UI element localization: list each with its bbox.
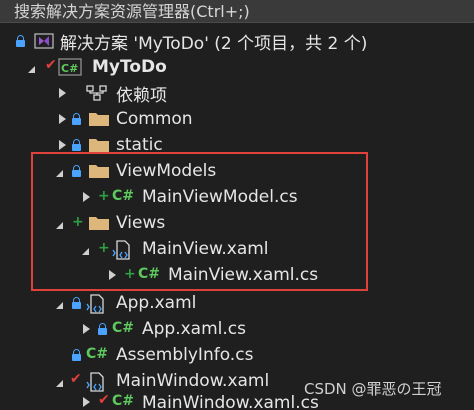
lock-icon: [72, 297, 81, 309]
watermark: CSDN @罪恶の王冠: [304, 380, 442, 398]
project-label: MyToDo: [92, 57, 167, 77]
expand-arrow-icon[interactable]: [26, 54, 40, 80]
highlight-rectangle: [31, 152, 368, 291]
app-xaml-label: App.xaml: [116, 293, 197, 313]
csharp-file-icon: C#: [112, 320, 135, 336]
common-label: Common: [116, 109, 193, 129]
checkmark-icon: ✔: [70, 371, 82, 387]
tree-item-app-cs[interactable]: C# App.xaml.cs: [0, 316, 474, 342]
csharp-project-icon: C#: [58, 58, 82, 76]
folder-icon: [89, 113, 109, 126]
checkmark-icon: ✔: [45, 57, 57, 73]
app-cs-label: App.xaml.cs: [142, 319, 246, 339]
csharp-file-icon: C#: [112, 394, 135, 409]
mainwindow-label: MainWindow.xaml: [116, 371, 270, 391]
checkmark-icon: ✔: [98, 394, 110, 408]
xaml-file-icon: [86, 372, 104, 392]
tree-item-project[interactable]: ✔ C# MyToDo: [0, 54, 474, 80]
search-placeholder: 搜索解决方案资源管理器(Ctrl+;): [14, 2, 250, 21]
lock-icon: [72, 349, 81, 361]
lock-icon: [72, 139, 81, 151]
expand-arrow-icon[interactable]: [56, 80, 70, 106]
solution-label: 解决方案 'MyToDo' (2 个项目，共 2 个): [60, 33, 368, 54]
expand-arrow-icon[interactable]: [54, 368, 68, 394]
search-box[interactable]: 搜索解决方案资源管理器(Ctrl+;): [0, 0, 474, 23]
tree-item-dependencies[interactable]: 依赖项: [0, 80, 474, 106]
expand-arrow-icon[interactable]: [80, 316, 94, 342]
assemblyinfo-label: AssemblyInfo.cs: [116, 345, 254, 365]
visual-studio-solution-icon: [34, 33, 54, 49]
expand-arrow-icon[interactable]: [56, 106, 70, 132]
expand-arrow-icon[interactable]: [54, 290, 68, 316]
expand-arrow-icon[interactable]: [80, 394, 94, 410]
tree-item-solution[interactable]: 解决方案 'MyToDo' (2 个项目，共 2 个): [0, 28, 474, 54]
lock-icon: [72, 113, 81, 125]
xaml-file-icon: [86, 294, 104, 314]
mainwindow-cs-label: MainWindow.xaml.cs: [142, 394, 319, 410]
csharp-file-icon: C#: [86, 346, 109, 362]
tree-item-app-xaml[interactable]: App.xaml: [0, 290, 474, 316]
dependencies-label: 依赖项: [116, 85, 167, 106]
tree-item-assemblyinfo[interactable]: C# AssemblyInfo.cs: [0, 342, 474, 368]
tree-item-common[interactable]: Common: [0, 106, 474, 132]
lock-icon: [98, 323, 107, 335]
dependencies-icon: [86, 85, 107, 101]
svg-text:C#: C#: [61, 62, 78, 75]
lock-icon: [16, 35, 25, 47]
